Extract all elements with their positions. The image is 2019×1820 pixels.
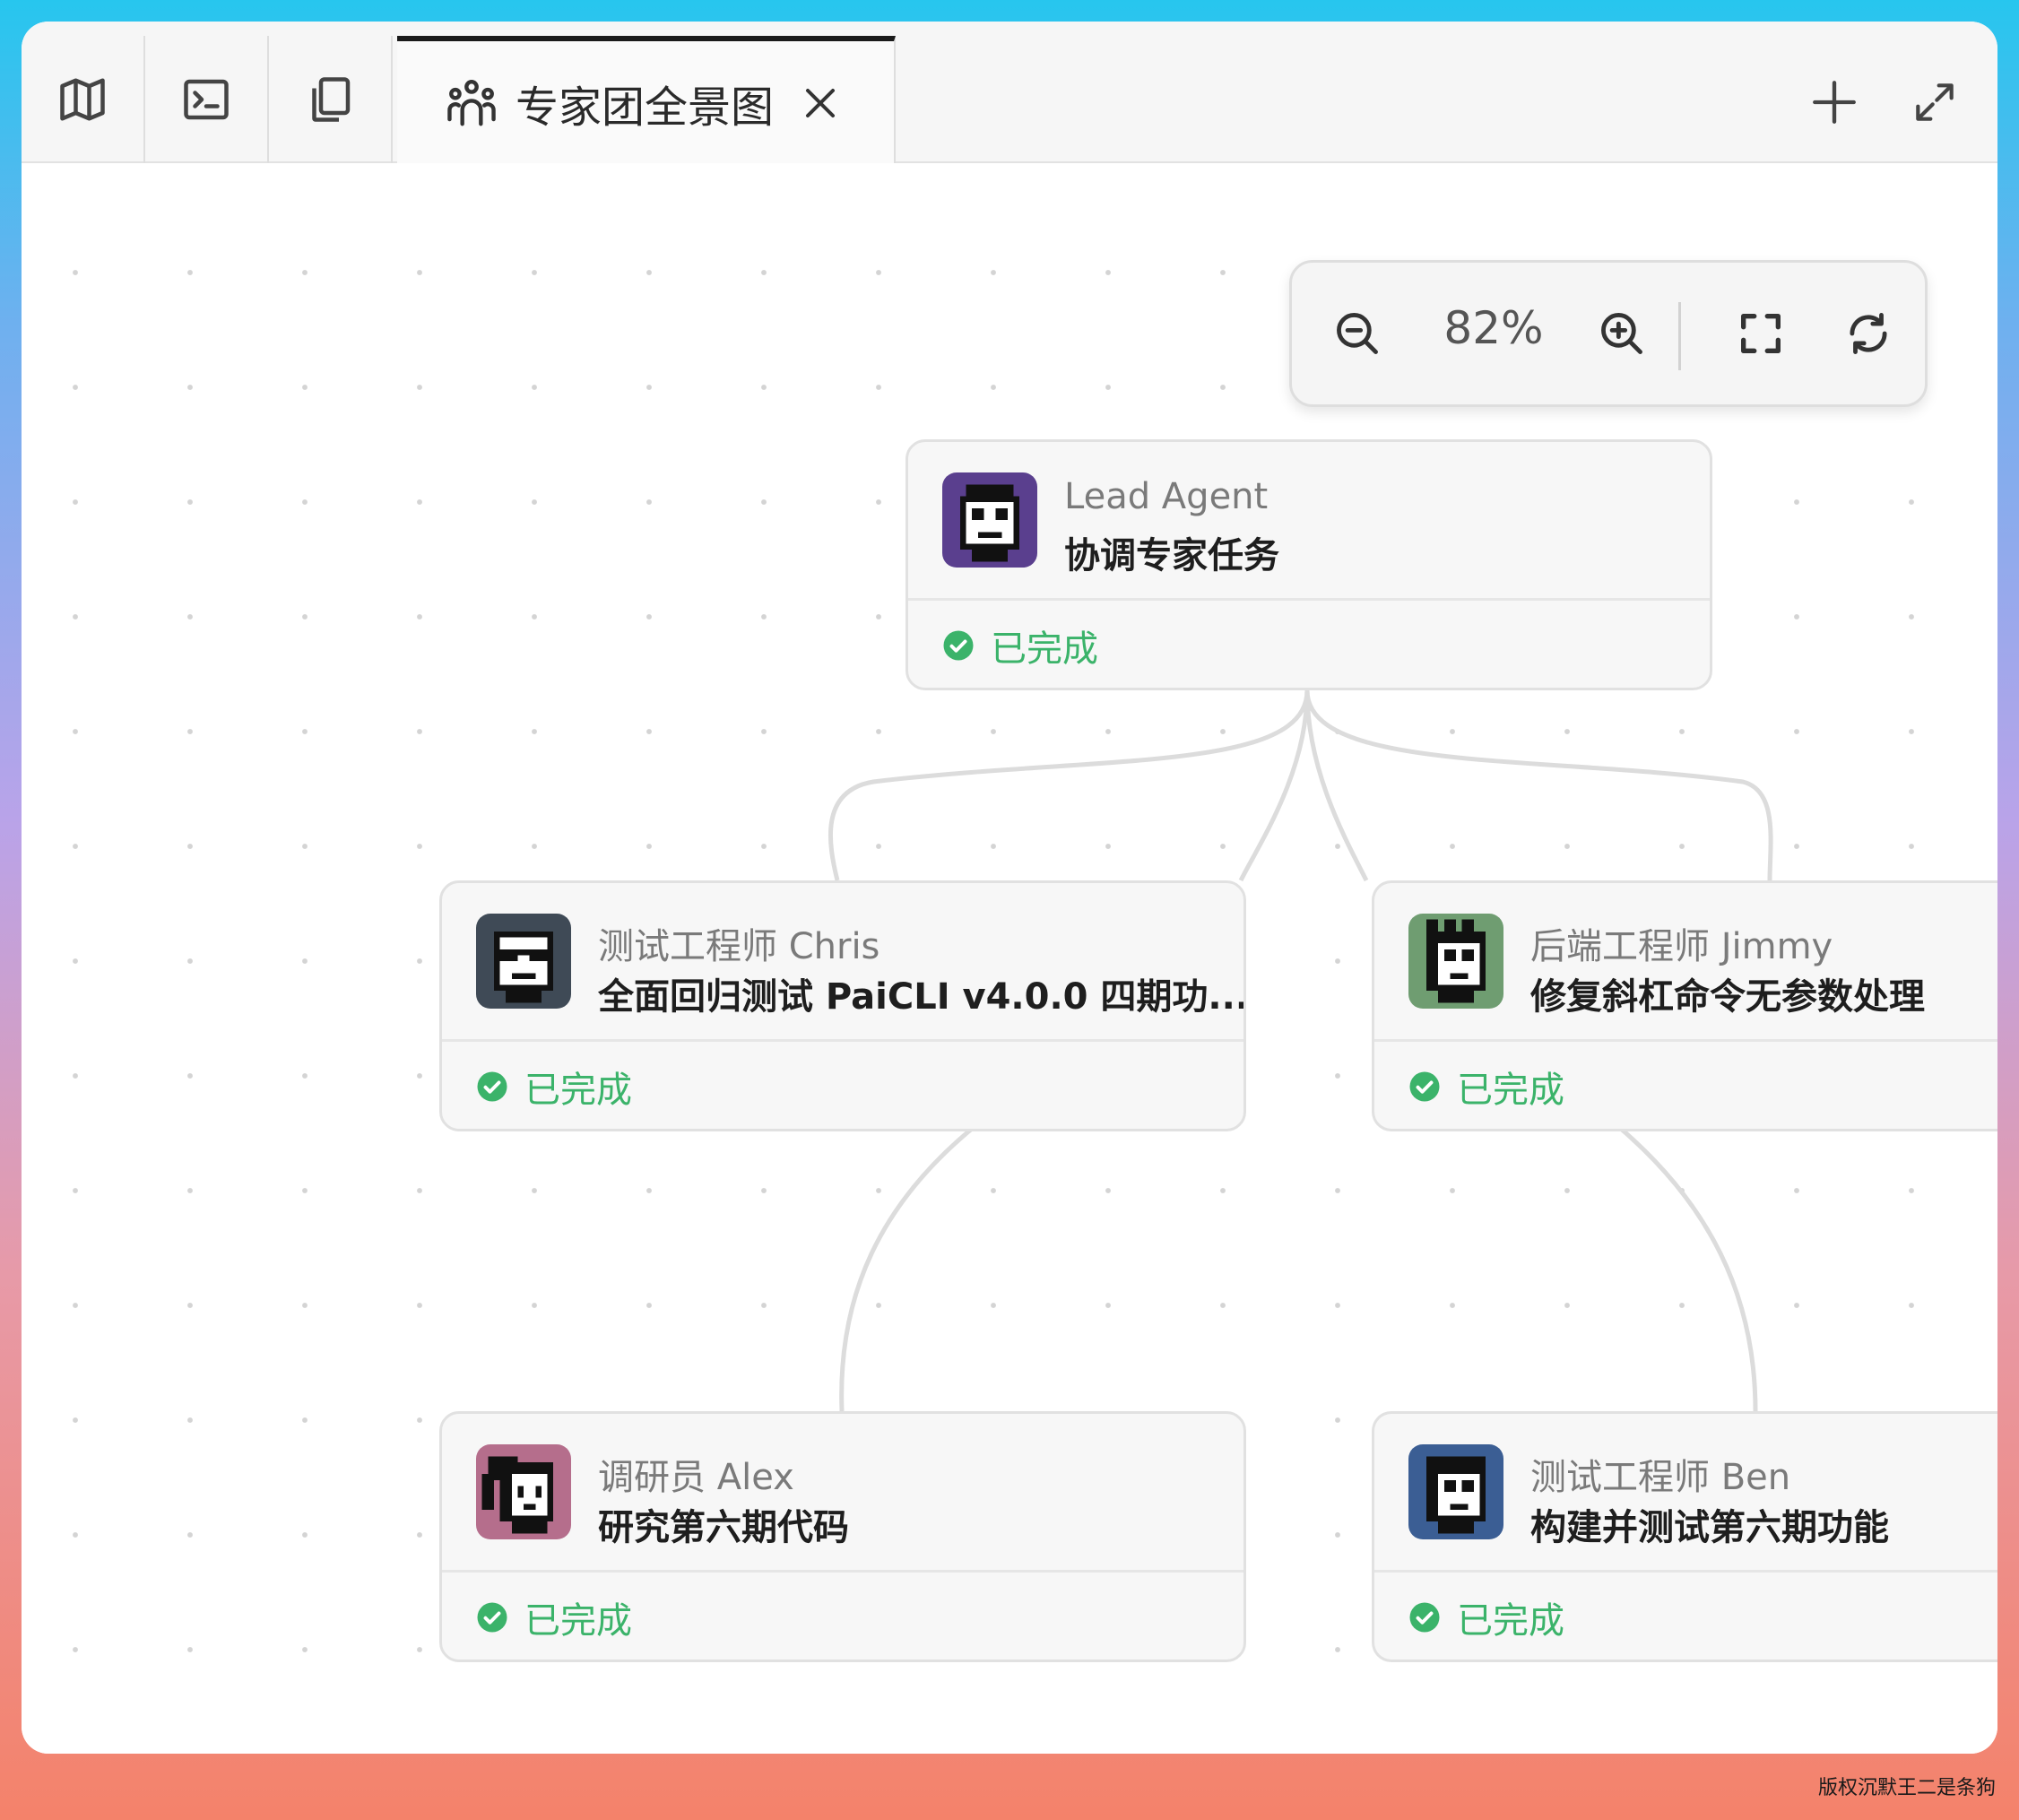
edge-lead-jimmy: [1304, 689, 1369, 882]
edge-lead-left: [828, 689, 1310, 881]
avatar: [1408, 914, 1503, 1009]
status-label: 已完成: [1457, 1070, 1564, 1111]
check-circle-icon: [1409, 1071, 1440, 1102]
node-header: 调研员 Alex 研究第六期代码: [442, 1414, 1243, 1573]
edge-lead-right: [1304, 689, 1773, 881]
zoom-in-icon: [1601, 313, 1642, 354]
avatar: [476, 1444, 571, 1539]
close-icon: [806, 89, 836, 117]
glasses-avatar-icon: [476, 914, 571, 1009]
zoom-level: 82%: [1443, 302, 1544, 354]
tab-terminal[interactable]: [145, 36, 269, 163]
node-alex[interactable]: 调研员 Alex 研究第六期代码 已完成: [439, 1411, 1246, 1662]
node-role: 测试工程师 Ben: [1530, 1457, 1791, 1498]
edge-chris-alex: [839, 1127, 974, 1412]
node-role: 后端工程师 Jimmy: [1530, 926, 1833, 967]
zoom-in-button[interactable]: [1583, 295, 1660, 372]
node-header: Lead Agent 协调专家任务: [908, 442, 1710, 601]
node-header: 后端工程师 Jimmy 修复斜杠命令无参数处理: [1374, 883, 1997, 1042]
status-label: 已完成: [1457, 1600, 1564, 1642]
team-icon: [447, 80, 496, 126]
node-task: 构建并测试第六期功能: [1530, 1507, 1889, 1548]
expand-icon: [1916, 83, 1954, 121]
tab-title: 专家团全景图: [516, 82, 775, 133]
avatar: [1408, 1444, 1503, 1539]
watermark: 版权沉默王二是条狗: [1817, 1777, 1996, 1799]
refresh-icon: [1850, 313, 1887, 354]
tab-team-overview[interactable]: 专家团全景图: [397, 36, 896, 165]
map-icon: [60, 78, 105, 121]
tab-copy[interactable]: [269, 36, 393, 163]
node-task: 协调专家任务: [1064, 535, 1279, 576]
add-tab-button[interactable]: [1798, 66, 1870, 138]
node-chris[interactable]: 测试工程师 Chris 全面回归测试 PaiCLI v4.0.0 四期功... …: [439, 880, 1246, 1131]
terminal-icon: [184, 79, 229, 120]
status-label: 已完成: [524, 1070, 632, 1111]
node-status: 已完成: [1408, 1591, 1564, 1643]
zoom-out-button[interactable]: [1319, 295, 1396, 372]
robot-avatar-icon: [942, 472, 1037, 568]
fit-view-button[interactable]: [1722, 295, 1799, 372]
tab-close-button[interactable]: [799, 82, 842, 125]
status-label: 已完成: [991, 628, 1098, 670]
node-task: 全面回归测试 PaiCLI v4.0.0 四期功...: [598, 976, 1246, 1018]
check-circle-icon: [477, 1071, 507, 1102]
dark-hair-avatar-icon: [1408, 1444, 1503, 1539]
node-status: 已完成: [476, 1591, 632, 1643]
check-circle-icon: [943, 630, 974, 661]
node-role: 调研员 Alex: [598, 1457, 794, 1498]
check-circle-icon: [477, 1602, 507, 1633]
node-role: Lead Agent: [1064, 476, 1269, 517]
node-task: 研究第六期代码: [598, 1507, 849, 1548]
add-icon: [1813, 81, 1856, 124]
node-header: 测试工程师 Chris 全面回归测试 PaiCLI v4.0.0 四期功...: [442, 883, 1243, 1042]
avatar: [476, 914, 571, 1009]
node-role: 测试工程师 Chris: [598, 926, 880, 967]
node-task: 修复斜杠命令无参数处理: [1530, 976, 1925, 1018]
reset-view-button[interactable]: [1830, 295, 1907, 372]
zoom-toolbar: 82%: [1289, 260, 1928, 407]
check-circle-icon: [1409, 1602, 1440, 1633]
app-window: 专家团全景图 82% Lead Agent 协调专家任务 已完成 测试工程师 C…: [22, 22, 1997, 1754]
tab-bar: 专家团全景图: [22, 22, 1997, 165]
copy-icon: [312, 77, 351, 122]
node-lead-agent[interactable]: Lead Agent 协调专家任务 已完成: [906, 439, 1712, 690]
avatar: [942, 472, 1037, 568]
node-status: 已完成: [1408, 1061, 1564, 1113]
node-jimmy[interactable]: 后端工程师 Jimmy 修复斜杠命令无参数处理 已完成: [1372, 880, 1997, 1131]
fullscreen-button[interactable]: [1899, 66, 1971, 138]
status-label: 已完成: [524, 1600, 632, 1642]
zoom-out-icon: [1337, 313, 1378, 354]
node-ben[interactable]: 测试工程师 Ben 构建并测试第六期功能 已完成: [1372, 1411, 1997, 1662]
fit-view-icon: [1741, 314, 1781, 353]
node-status: 已完成: [476, 1061, 632, 1113]
ponytail-avatar-icon: [476, 1444, 571, 1539]
graph-canvas[interactable]: 82% Lead Agent 协调专家任务 已完成 测试工程师 Chris 全面…: [22, 163, 1997, 1754]
spiky-hair-avatar-icon: [1408, 914, 1503, 1009]
tab-map[interactable]: [22, 36, 145, 163]
edge-jimmy-ben: [1619, 1127, 1758, 1412]
node-status: 已完成: [942, 620, 1098, 672]
zoom-toolbar-divider: [1678, 302, 1681, 370]
node-header: 测试工程师 Ben 构建并测试第六期功能: [1374, 1414, 1997, 1573]
